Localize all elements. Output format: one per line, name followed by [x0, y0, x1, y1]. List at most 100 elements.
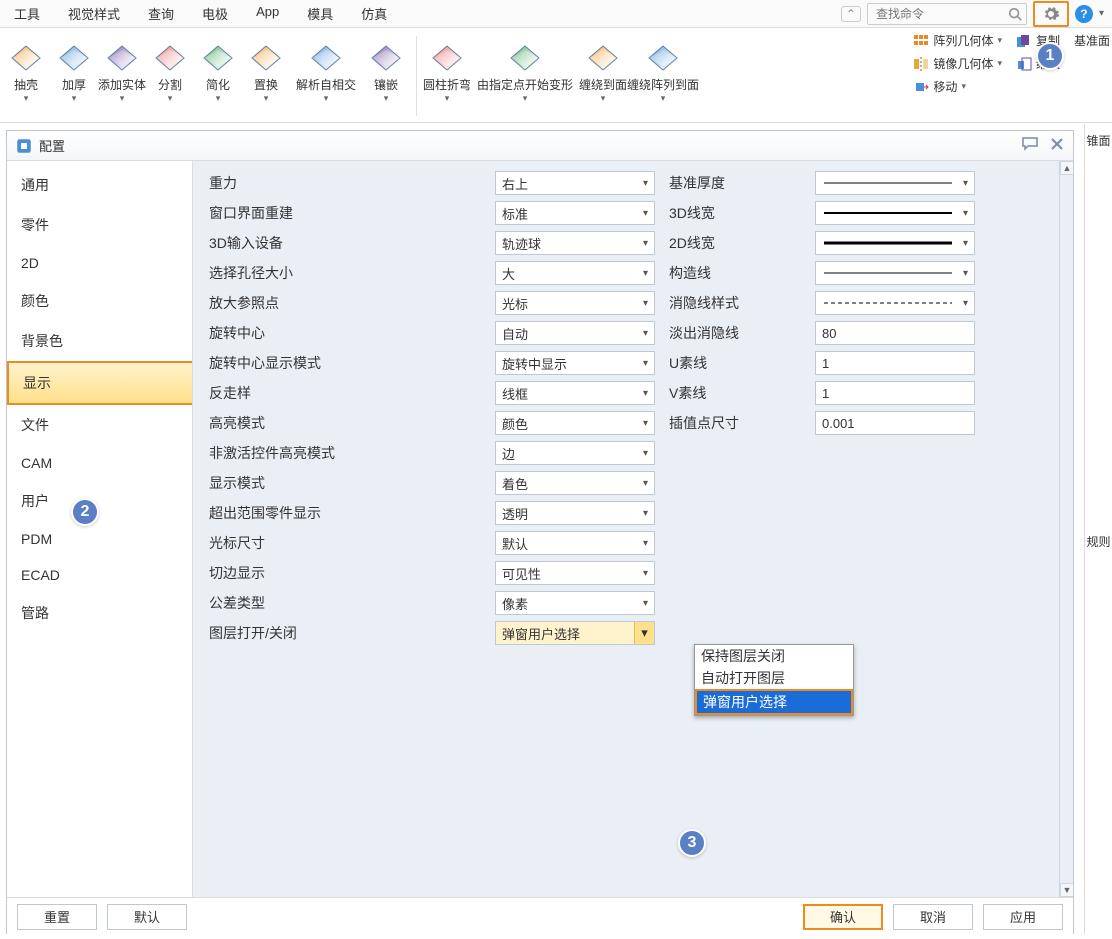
menubar-item[interactable]: 模具	[301, 0, 339, 27]
sidebar-item[interactable]: ECAD	[7, 557, 192, 593]
ribbon-mirror-geometry[interactable]: 镜像几何体▾	[913, 55, 1002, 72]
line-style-combo[interactable]: ▾	[815, 261, 975, 285]
dropdown-option[interactable]: 保持图层关闭	[695, 645, 853, 667]
setting-combo[interactable]: 标准▾	[495, 201, 655, 225]
line-style-combo[interactable]: ▾	[815, 171, 975, 195]
setting-label: 2D线宽	[665, 233, 805, 253]
line-style-combo[interactable]: ▾	[815, 231, 975, 255]
sidebar-item[interactable]: 管路	[7, 593, 192, 633]
sidebar-item[interactable]: 2D	[7, 245, 192, 281]
glimpse-item[interactable]: 规则	[1086, 525, 1110, 926]
setting-combo[interactable]: 自动▾	[495, 321, 655, 345]
ribbon-label: 解析自相交	[296, 76, 356, 93]
scroll-up-icon[interactable]: ▲	[1060, 161, 1073, 175]
settings-gear-button[interactable]	[1033, 1, 1069, 27]
setting-combo[interactable]: 默认▾	[495, 531, 655, 555]
chevron-down-icon: ▾	[643, 418, 648, 429]
menubar-item[interactable]: 电极	[196, 0, 234, 27]
ribbon-button[interactable]: 添加实体 ▾	[98, 32, 146, 104]
setting-textbox[interactable]: 80	[815, 321, 975, 345]
ribbon-button[interactable]: 简化 ▾	[194, 32, 242, 104]
setting-combo[interactable]: 大▾	[495, 261, 655, 285]
menubar-item[interactable]: 仿真	[355, 0, 393, 27]
setting-combo[interactable]: 旋转中显示▾	[495, 351, 655, 375]
cancel-button[interactable]: 取消	[893, 904, 973, 930]
ribbon-button[interactable]: 加厚 ▾	[50, 32, 98, 104]
menubar-item[interactable]: 视觉样式	[62, 0, 126, 27]
dialog-title: 配置	[39, 136, 65, 155]
scrollbar[interactable]: ▲ ▼	[1059, 161, 1073, 897]
menubar-item[interactable]: 查询	[142, 0, 180, 27]
setting-combo[interactable]: 可见性▾	[495, 561, 655, 585]
sidebar-item[interactable]: 通用	[7, 165, 192, 205]
setting-combo[interactable]: 颜色▾	[495, 411, 655, 435]
combo-value: 着色	[502, 474, 528, 493]
sidebar-item[interactable]: 用户	[7, 481, 192, 521]
help-button[interactable]: ?	[1075, 5, 1093, 23]
chevron-down-icon: ▾	[661, 93, 666, 104]
dropdown-option[interactable]: 自动打开图层	[695, 667, 853, 689]
chevron-down-icon: ▾	[643, 328, 648, 339]
setting-label: 非激活控件高亮模式	[205, 443, 485, 463]
comment-icon[interactable]	[1021, 136, 1039, 155]
ribbon-datum-plane[interactable]: 基准面	[1074, 32, 1110, 49]
ok-button[interactable]: 确认	[803, 904, 883, 930]
copy-icon	[1016, 34, 1032, 48]
chevron-down-icon: ▾	[24, 93, 29, 104]
ribbon-button[interactable]: 置换 ▾	[242, 32, 290, 104]
ribbon-button[interactable]: 抽壳 ▾	[2, 32, 50, 104]
setting-label: 3D线宽	[665, 203, 805, 223]
chevron-down-icon: ▾	[324, 93, 329, 104]
sidebar-item[interactable]: 背景色	[7, 321, 192, 361]
setting-combo[interactable]: 透明▾	[495, 501, 655, 525]
default-button[interactable]: 默认	[107, 904, 187, 930]
close-icon[interactable]	[1049, 137, 1065, 154]
ribbon-button[interactable]: 缠绕到面 ▾	[579, 32, 627, 104]
sidebar-item[interactable]: 显示	[7, 361, 192, 405]
line-style-combo[interactable]: ▾	[815, 201, 975, 225]
setting-combo[interactable]: 轨迹球▾	[495, 231, 655, 255]
glimpse-item[interactable]: 锥面	[1086, 124, 1110, 525]
ribbon-button[interactable]: 镶嵌 ▾	[362, 32, 410, 104]
layer-toggle-dropdown[interactable]: 保持图层关闭自动打开图层弹窗用户选择	[694, 644, 854, 716]
scroll-down-icon[interactable]: ▼	[1060, 883, 1073, 897]
setting-combo[interactable]: 线框▾	[495, 381, 655, 405]
setting-combo[interactable]: 弹窗用户选择▾	[495, 621, 655, 645]
reset-button[interactable]: 重置	[17, 904, 97, 930]
ribbon-button[interactable]: 圆柱折弯 ▾	[423, 32, 471, 104]
chevron-down-icon: ▾	[120, 93, 125, 104]
caret-up-icon[interactable]: ⌃	[841, 6, 861, 22]
menubar-item[interactable]: 工具	[8, 0, 46, 27]
ribbon-array-geometry[interactable]: 阵列几何体▾	[913, 32, 1002, 49]
ribbon-button[interactable]: 由指定点开始变形 ▾	[471, 32, 579, 104]
apply-button[interactable]: 应用	[983, 904, 1063, 930]
ribbon-move[interactable]: 移动▾	[913, 78, 966, 95]
ribbon-button[interactable]: 缠绕阵列到面 ▾	[627, 32, 699, 104]
search-input[interactable]	[874, 6, 1002, 22]
setting-combo[interactable]: 右上▾	[495, 171, 655, 195]
chevron-down-icon: ▾	[643, 508, 648, 519]
settings-pane: 重力右上▾基准厚度▾窗口界面重建标准▾3D线宽▾3D输入设备轨迹球▾2D线宽▾选…	[193, 161, 1073, 897]
dropdown-option[interactable]: 弹窗用户选择	[695, 689, 853, 715]
menubar-item[interactable]: App	[250, 0, 285, 27]
ribbon-button[interactable]: 解析自相交 ▾	[290, 32, 362, 104]
sidebar-item[interactable]: 零件	[7, 205, 192, 245]
sidebar-item[interactable]: PDM	[7, 521, 192, 557]
sidebar-item[interactable]: 文件	[7, 405, 192, 445]
sidebar-item[interactable]: CAM	[7, 445, 192, 481]
line-style-combo[interactable]: ▾	[815, 291, 975, 315]
ribbon-button[interactable]: 分割 ▾	[146, 32, 194, 104]
setting-combo[interactable]: 边▾	[495, 441, 655, 465]
setting-combo[interactable]: 像素▾	[495, 591, 655, 615]
sidebar-item[interactable]: 颜色	[7, 281, 192, 321]
setting-combo[interactable]: 着色▾	[495, 471, 655, 495]
setting-combo[interactable]: 光标▾	[495, 291, 655, 315]
ribbon-icon	[366, 34, 406, 74]
ribbon-label: 由指定点开始变形	[477, 76, 573, 93]
search-input-wrap[interactable]	[867, 3, 1027, 25]
setting-textbox[interactable]: 1	[815, 351, 975, 375]
chevron-down-icon[interactable]: ▾	[1099, 8, 1104, 19]
setting-label: 重力	[205, 173, 485, 193]
setting-textbox[interactable]: 0.001	[815, 411, 975, 435]
setting-textbox[interactable]: 1	[815, 381, 975, 405]
